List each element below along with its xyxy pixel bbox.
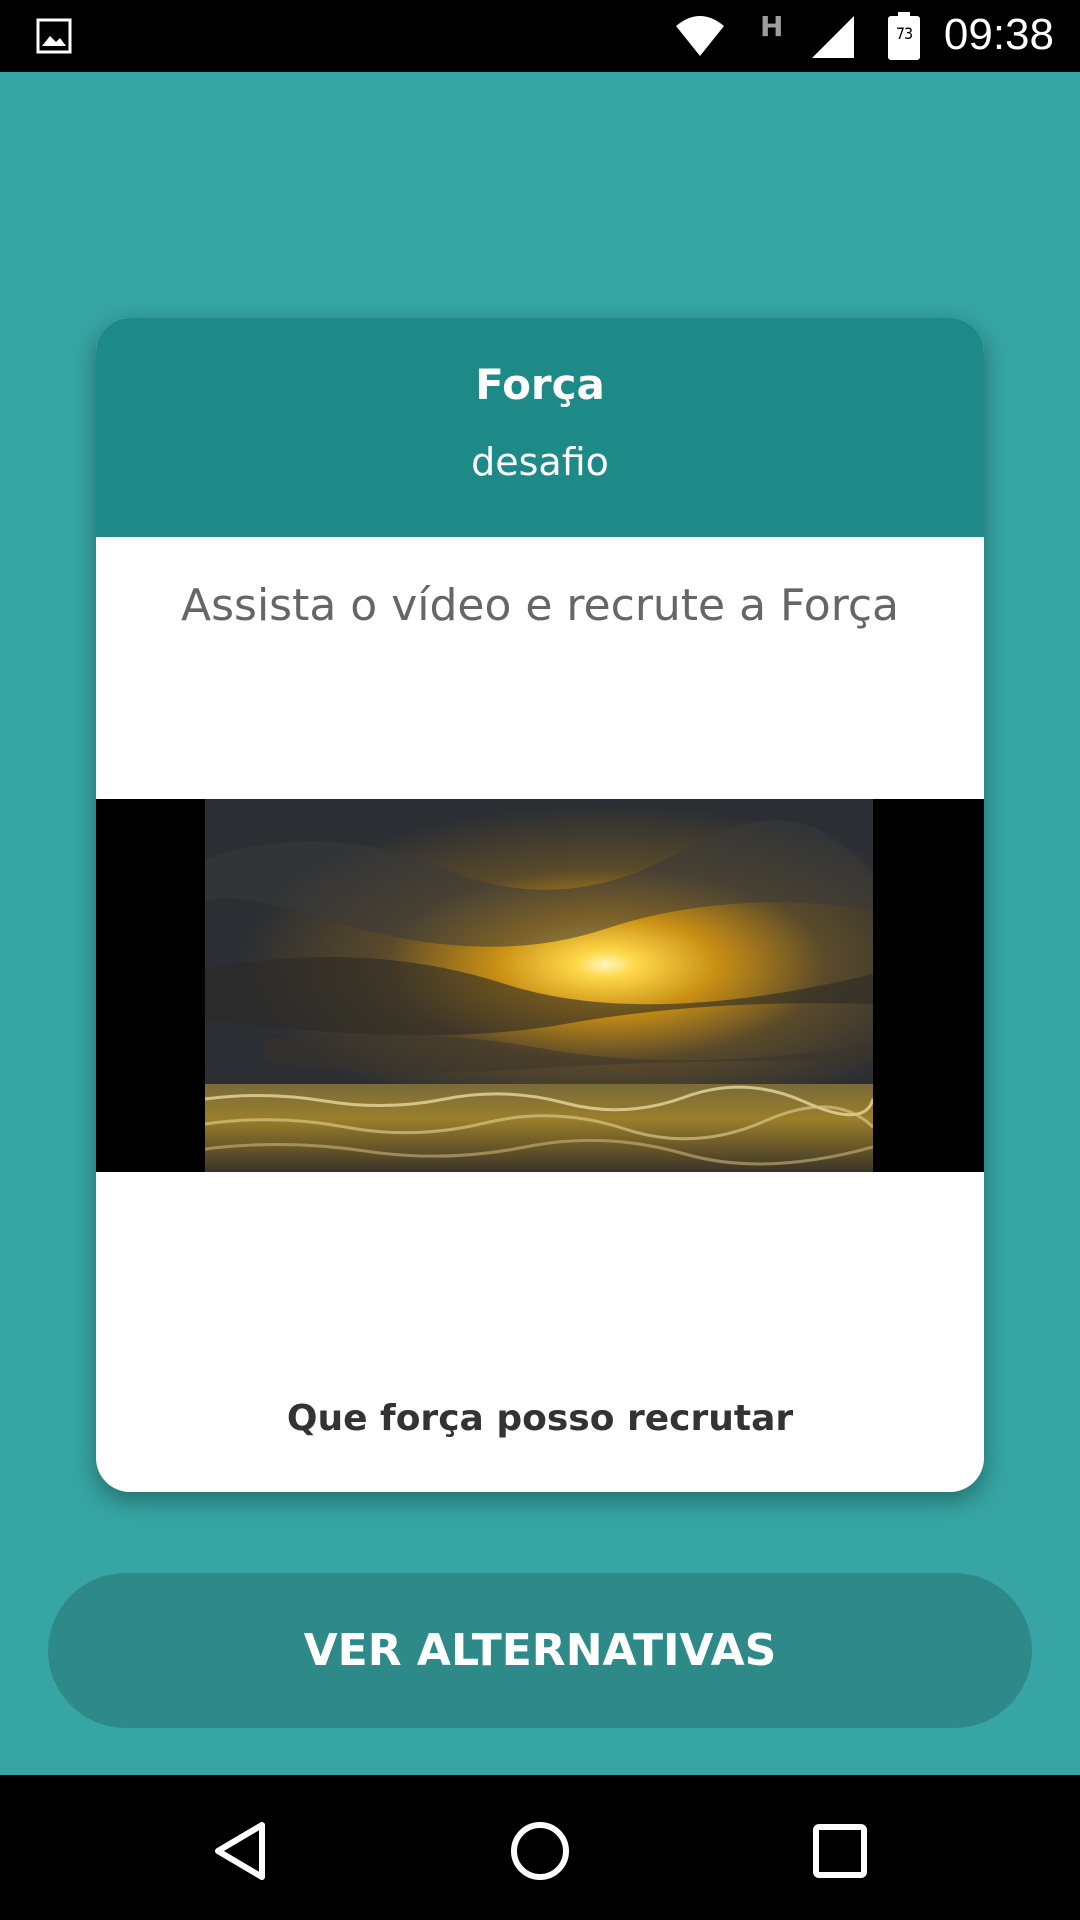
- clock: 09:38: [943, 10, 1054, 59]
- battery-level-text: 73: [895, 24, 913, 43]
- cell-signal-icon: [812, 16, 854, 58]
- card-title: Força: [475, 360, 605, 409]
- network-type-label: H: [760, 10, 784, 43]
- view-alternatives-button[interactable]: VER ALTERNATIVAS: [48, 1573, 1032, 1728]
- recent-apps-icon[interactable]: [804, 1815, 876, 1887]
- challenge-card: Força desafio Assista o vídeo e recrute …: [96, 318, 984, 1492]
- home-icon[interactable]: [504, 1815, 576, 1887]
- gallery-icon: [36, 18, 72, 54]
- card-subtitle: desafio: [471, 440, 609, 484]
- video-thumbnail: [205, 799, 873, 1172]
- back-icon[interactable]: [206, 1815, 278, 1887]
- card-header: Força desafio: [96, 318, 984, 537]
- status-bar: H 73 09:38: [0, 0, 1080, 72]
- video-player[interactable]: [96, 799, 984, 1172]
- navigation-bar: [0, 1775, 1080, 1920]
- card-question: Que força posso recrutar: [286, 1398, 794, 1439]
- wifi-icon: [676, 16, 724, 56]
- card-instruction: Assista o vídeo e recrute a Força: [181, 580, 899, 631]
